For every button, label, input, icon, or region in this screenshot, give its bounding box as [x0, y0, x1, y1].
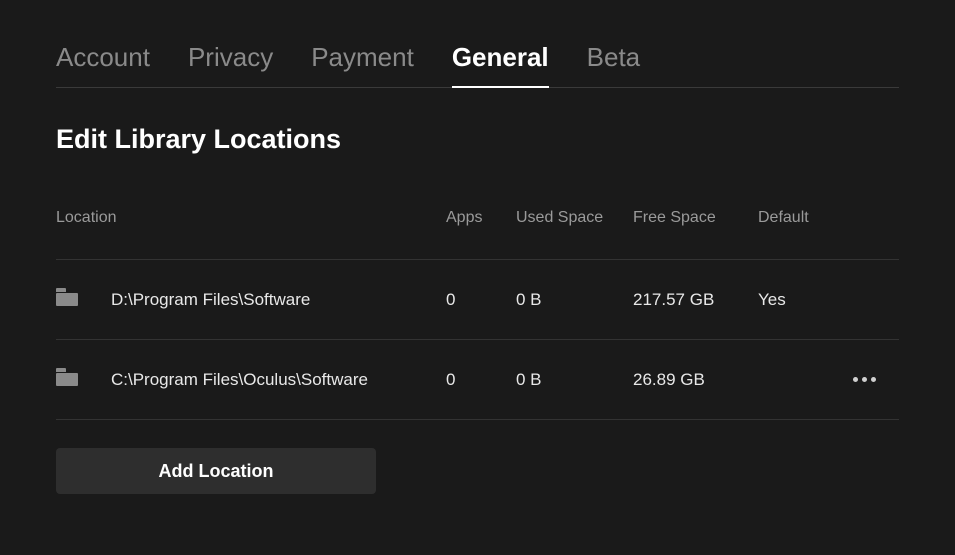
col-header-used-space: Used Space [516, 209, 633, 227]
col-header-free-space: Free Space [633, 209, 758, 227]
tab-payment[interactable]: Payment [311, 42, 414, 87]
apps-value: 0 [446, 370, 516, 390]
folder-icon [56, 368, 111, 391]
default-value: Yes [758, 290, 828, 310]
location-path: C:\Program Files\Oculus\Software [111, 370, 446, 390]
free-space-value: 217.57 GB [633, 290, 758, 310]
section-title: Edit Library Locations [56, 124, 899, 155]
tab-general[interactable]: General [452, 42, 549, 87]
apps-value: 0 [446, 290, 516, 310]
table-header: Location Apps Used Space Free Space Defa… [56, 209, 899, 260]
used-space-value: 0 B [516, 290, 633, 310]
col-header-default: Default [758, 209, 828, 227]
col-header-apps: Apps [446, 209, 516, 227]
table-row: C:\Program Files\Oculus\Software 0 0 B 2… [56, 340, 899, 420]
used-space-value: 0 B [516, 370, 633, 390]
free-space-value: 26.89 GB [633, 370, 758, 390]
col-header-location: Location [56, 209, 446, 227]
more-options-icon[interactable] [828, 377, 882, 382]
col-header-actions [828, 209, 882, 227]
library-locations-table: Location Apps Used Space Free Space Defa… [56, 209, 899, 420]
tab-privacy[interactable]: Privacy [188, 42, 273, 87]
settings-tabs: Account Privacy Payment General Beta [56, 0, 899, 88]
add-location-button[interactable]: Add Location [56, 448, 376, 494]
table-row: D:\Program Files\Software 0 0 B 217.57 G… [56, 260, 899, 340]
location-path: D:\Program Files\Software [111, 290, 446, 310]
tab-beta[interactable]: Beta [587, 42, 641, 87]
tab-account[interactable]: Account [56, 42, 150, 87]
folder-icon [56, 288, 111, 311]
